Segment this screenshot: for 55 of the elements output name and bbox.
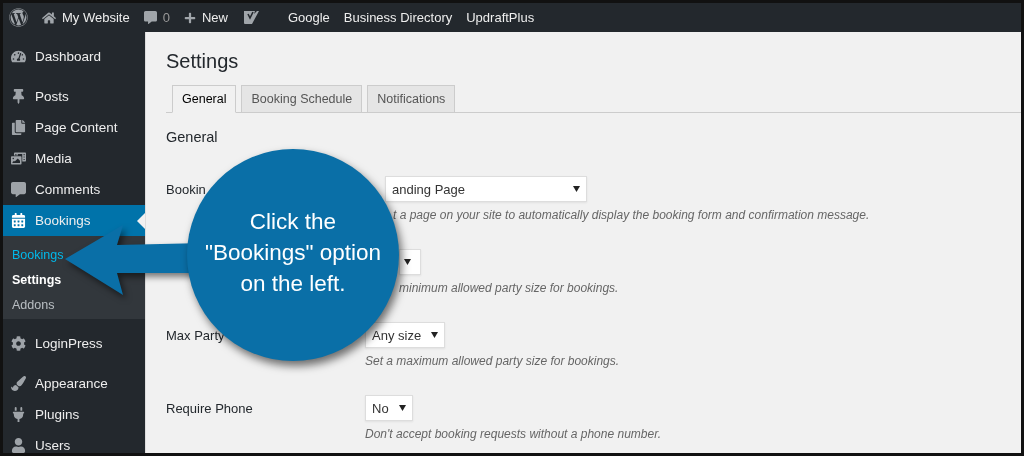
site-name-link[interactable]: My Website	[62, 10, 130, 25]
sidebar-item[interactable]: Comments	[3, 174, 145, 205]
field-label: Max Party	[166, 327, 225, 343]
pages-icon	[11, 120, 26, 135]
comment-icon	[143, 11, 157, 24]
page-title: Settings	[166, 50, 240, 73]
select-field[interactable]: anding Page	[385, 176, 587, 202]
admin-bar-link[interactable]: Google	[287, 10, 330, 25]
select-field[interactable]	[399, 249, 421, 275]
field-description: Set a maximum allowed party size for bookings.	[365, 354, 620, 368]
field-label: Require Phone	[166, 400, 253, 416]
gear-icon	[11, 336, 26, 351]
comments-icon	[11, 182, 26, 197]
sidebar-item[interactable]: Appearance	[3, 368, 145, 399]
caret-icon	[573, 186, 580, 192]
user-icon	[11, 438, 26, 453]
comment-count[interactable]: 0	[162, 10, 170, 25]
media-icon	[11, 151, 26, 166]
dashboard-icon	[11, 49, 26, 64]
sidebar-item[interactable]: Page Content	[3, 112, 145, 143]
tab[interactable]: General	[172, 85, 237, 113]
field-description: minimum allowed party size for bookings.	[399, 281, 619, 295]
field-description: Don't accept booking requests without a phone number.	[365, 427, 662, 441]
tab[interactable]: Notifications	[367, 85, 456, 113]
sidebar-item[interactable]: Users	[3, 430, 145, 453]
sidebar-item[interactable]: Media	[3, 143, 145, 174]
admin-bar-link[interactable]: Business Directory	[343, 10, 453, 25]
caret-icon	[431, 332, 439, 338]
plug-icon	[11, 407, 26, 422]
calendar-icon	[11, 213, 26, 228]
sidebar-item[interactable]: Posts	[3, 81, 145, 112]
plus-icon	[183, 11, 196, 24]
caret-icon	[398, 405, 406, 411]
brush-icon	[11, 376, 26, 391]
submenu-item[interactable]: Bookings	[12, 242, 64, 267]
tab[interactable]: Booking Schedule	[241, 85, 363, 113]
home-icon	[42, 10, 56, 25]
pin-icon	[11, 89, 26, 104]
admin-bar-link[interactable]: UpdraftPlus	[466, 10, 535, 25]
caret-icon	[404, 259, 411, 265]
sidebar-item[interactable]: LoginPress	[3, 328, 145, 359]
section-title: General	[166, 129, 219, 145]
select-field[interactable]: Any size	[365, 322, 446, 348]
sidebar-item[interactable]: Bookings	[3, 205, 145, 236]
sidebar-item[interactable]: Dashboard	[3, 41, 145, 72]
submenu-item[interactable]: Settings	[12, 267, 62, 292]
new-link[interactable]: New	[201, 10, 228, 25]
field-description: t a page on your site to automatically display the booking form and confirmation message.	[393, 208, 870, 222]
select-field[interactable]: No	[365, 395, 413, 421]
field-label: Bookin	[166, 181, 206, 197]
seo-plugin-icon[interactable]	[241, 9, 260, 26]
callout-text: Click the "Bookings" option on the left.	[204, 207, 382, 298]
sidebar-item[interactable]: Plugins	[3, 399, 145, 430]
submenu-item[interactable]: Addons	[12, 292, 55, 317]
wordpress-logo-icon[interactable]	[9, 8, 28, 27]
